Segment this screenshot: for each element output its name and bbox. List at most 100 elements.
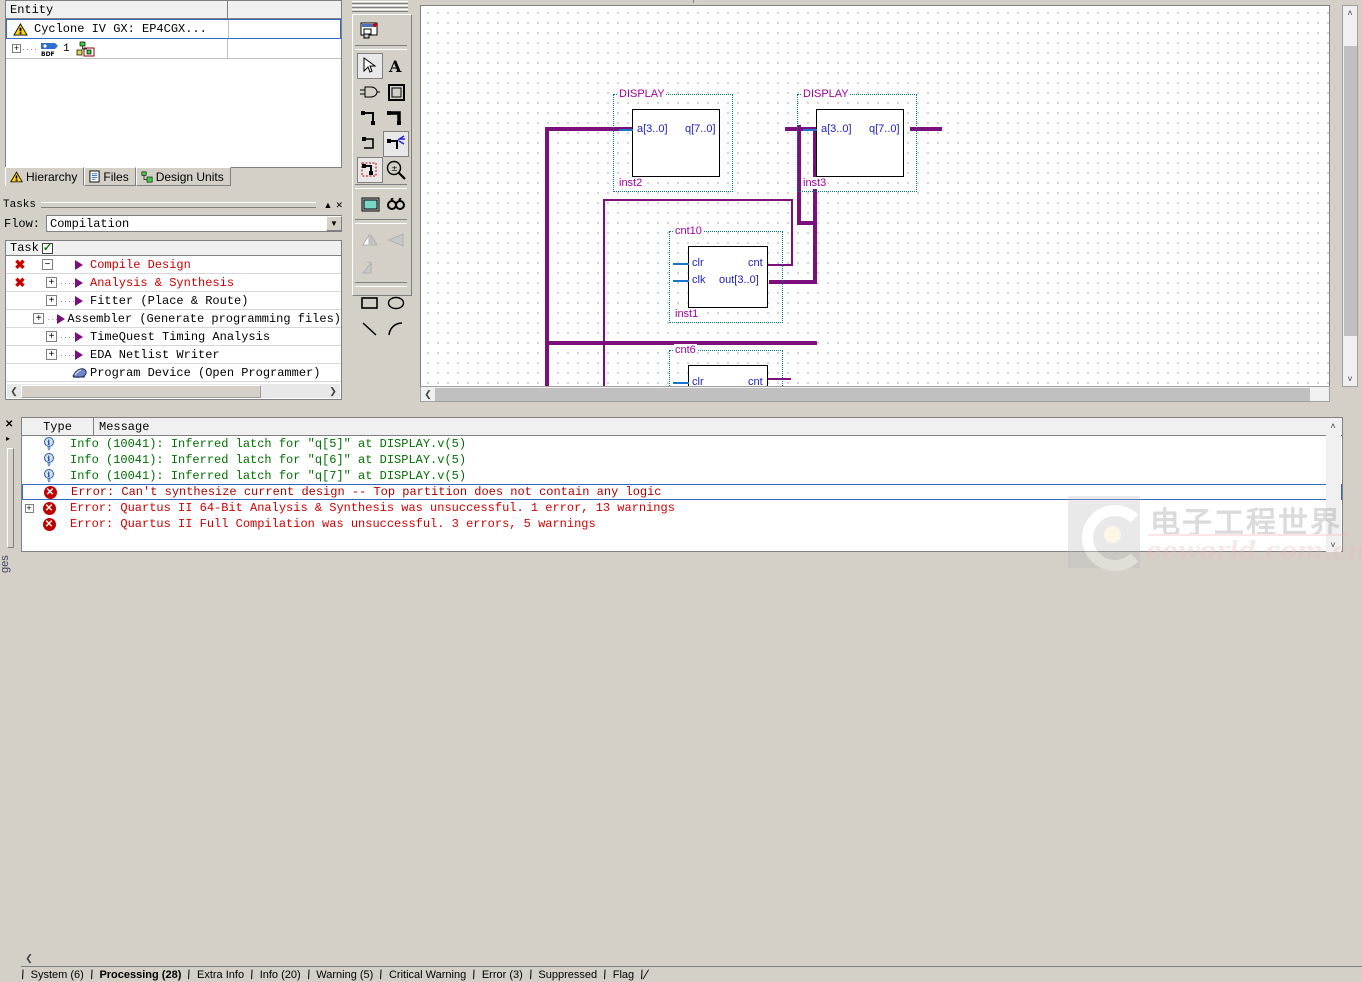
wire-segment[interactable] bbox=[545, 127, 549, 386]
block-symbol-cnt10-inst1[interactable]: cnt10 clr clk cnt out[3..0] inst1 bbox=[669, 225, 783, 323]
new-block-symbol-icon[interactable] bbox=[357, 18, 383, 44]
schematic-horizontal-scrollbar[interactable]: ❮ bbox=[420, 386, 1330, 402]
message-tab-flag[interactable]: Flag bbox=[607, 967, 640, 982]
oval-tool-icon[interactable] bbox=[383, 290, 409, 316]
block-symbol-display-inst2[interactable]: DISPLAY a[3..0] q[7..0] inst2 bbox=[613, 88, 733, 192]
message-tab-info-20[interactable]: Info (20) bbox=[254, 967, 307, 982]
schematic-vertical-scrollbar[interactable]: ˄ ˅ bbox=[1342, 5, 1358, 387]
message-row[interactable]: i Info (10041): Inferred latch for "q[5]"… bbox=[22, 436, 1342, 452]
scroll-left-icon[interactable]: ❮ bbox=[22, 951, 36, 965]
schematic-canvas[interactable]: DISPLAY a[3..0] q[7..0] inst2 DISPLAY a[… bbox=[420, 5, 1330, 387]
message-tab-critical-warning[interactable]: Critical Warning bbox=[383, 967, 472, 982]
partial-line-select-icon[interactable] bbox=[357, 157, 383, 183]
task-row[interactable]: ✖ − Compile Design bbox=[6, 256, 341, 274]
message-tab-processing-28[interactable]: Processing (28) bbox=[93, 967, 187, 982]
collapse-minus-icon[interactable]: − bbox=[42, 259, 53, 270]
message-row[interactable]: ✕ Error: Can't synthesize current design … bbox=[22, 484, 1342, 500]
message-tab-extra-info[interactable]: Extra Info bbox=[191, 967, 250, 982]
tab-design-units[interactable]: Design Units bbox=[135, 167, 231, 186]
orthogonal-node-tool-icon[interactable] bbox=[357, 105, 383, 131]
zoom-tool-icon[interactable]: ± bbox=[383, 157, 409, 183]
task-row[interactable]: + ···· Assembler (Generate programming fil… bbox=[6, 310, 341, 328]
task-row[interactable]: ✖ + ···· Analysis & Synthesis bbox=[6, 274, 341, 292]
scroll-left-icon[interactable]: ❮ bbox=[421, 387, 435, 401]
tab-files[interactable]: Files bbox=[84, 167, 136, 186]
checkmark-icon[interactable] bbox=[41, 241, 53, 255]
rotate-left-icon[interactable] bbox=[357, 255, 383, 281]
wire-thin[interactable] bbox=[603, 199, 793, 201]
input-pin-clr[interactable] bbox=[673, 263, 689, 265]
tasks-collapse-button[interactable]: ▲ bbox=[324, 200, 333, 210]
block-tool-icon[interactable] bbox=[383, 79, 409, 105]
tab-hierarchy[interactable]: Hierarchy bbox=[5, 167, 85, 186]
input-pin-clr[interactable] bbox=[673, 382, 689, 384]
message-row[interactable]: ✕ Error: Quartus II Full Compilation was … bbox=[22, 516, 1342, 532]
wire-thin[interactable] bbox=[791, 199, 793, 265]
messages-horizontal-scrollbar[interactable]: ❮ bbox=[22, 951, 62, 965]
message-text: Error: Quartus II Full Compilation was u… bbox=[70, 517, 596, 531]
scroll-right-icon[interactable]: ❯ bbox=[326, 384, 340, 398]
flip-vertical-icon[interactable] bbox=[383, 227, 409, 253]
orthogonal-bus-tool-icon[interactable] bbox=[383, 105, 409, 131]
message-tab-warning-5[interactable]: Warning (5) bbox=[310, 967, 379, 982]
rubberbanding-icon[interactable] bbox=[383, 131, 409, 157]
block-symbol-display-inst3[interactable]: DISPLAY a[3..0] q[7..0] inst3 bbox=[797, 88, 917, 192]
input-pin-clk[interactable] bbox=[673, 280, 689, 282]
wire-thin[interactable] bbox=[603, 336, 605, 386]
scroll-down-icon[interactable]: ˅ bbox=[1343, 372, 1357, 386]
port-in-a: a[3..0] bbox=[820, 123, 853, 135]
block-symbol-cnt6[interactable]: cnt6 clr cnt bbox=[669, 344, 783, 386]
input-pin[interactable] bbox=[803, 129, 817, 131]
arc-tool-icon[interactable] bbox=[383, 316, 409, 342]
expand-plus-icon[interactable]: + bbox=[24, 503, 34, 513]
wire-thin[interactable] bbox=[603, 199, 605, 341]
pin-icon[interactable]: ▸ bbox=[6, 434, 10, 443]
symbol-tool-icon[interactable] bbox=[357, 79, 383, 105]
input-pin[interactable] bbox=[619, 129, 633, 131]
message-tab-suppressed[interactable]: Suppressed bbox=[532, 967, 603, 982]
scroll-left-icon[interactable]: ❮ bbox=[7, 384, 21, 398]
scroll-up-icon[interactable]: ˄ bbox=[1326, 419, 1340, 433]
task-row[interactable]: + ···· Fitter (Place & Route) bbox=[6, 292, 341, 310]
task-row[interactable]: + ···· EDA Netlist Writer bbox=[6, 346, 341, 364]
hierarchy-row-file[interactable]: + ···· BDF 1 bbox=[6, 39, 341, 59]
hierarchy-row-device[interactable]: Cyclone IV GX: EP4CGX... bbox=[6, 19, 341, 39]
line-tool-icon[interactable] bbox=[357, 316, 383, 342]
scroll-up-icon[interactable]: ˄ bbox=[1343, 6, 1357, 20]
message-expander[interactable]: + bbox=[22, 503, 36, 513]
expand-plus-icon[interactable]: + bbox=[46, 331, 57, 342]
scroll-thumb-vertical[interactable] bbox=[1344, 46, 1357, 336]
rectangle-tool-icon[interactable] bbox=[357, 290, 383, 316]
scroll-thumb-horizontal[interactable] bbox=[435, 387, 1310, 401]
tasks-close-button[interactable]: ✕ bbox=[335, 200, 343, 211]
expand-plus-icon[interactable]: + bbox=[46, 349, 57, 360]
error-icon: ✕ bbox=[37, 485, 63, 499]
find-icon[interactable] bbox=[383, 192, 409, 218]
task-expander-cell: + ···· bbox=[34, 349, 75, 360]
message-tab-system-6[interactable]: System (6) bbox=[25, 967, 90, 982]
fit-in-window-icon[interactable] bbox=[357, 192, 383, 218]
text-tool-icon[interactable]: A bbox=[383, 53, 409, 79]
flip-horizontal-icon[interactable] bbox=[357, 227, 383, 253]
selection-arrow-icon[interactable] bbox=[357, 53, 383, 79]
message-row[interactable]: i Info (10041): Inferred latch for "q[7]"… bbox=[22, 468, 1342, 484]
expand-plus-icon[interactable]: + bbox=[46, 277, 57, 288]
task-row[interactable]: Program Device (Open Programmer) bbox=[6, 364, 341, 382]
message-row[interactable]: + ✕ Error: Quartus II 64-Bit Analysis & Sy… bbox=[22, 500, 1342, 516]
expand-plus-icon[interactable]: + bbox=[33, 313, 45, 324]
expand-plus-icon[interactable]: + bbox=[46, 295, 57, 306]
close-icon[interactable]: ✕ bbox=[5, 419, 13, 430]
task-horizontal-scrollbar[interactable]: ❮ ❯ bbox=[7, 384, 340, 398]
flow-dropdown[interactable]: Compilation ▼ bbox=[46, 215, 342, 232]
scroll-down-icon[interactable]: ˅ bbox=[1326, 538, 1340, 552]
expand-plus-icon[interactable]: + bbox=[12, 44, 21, 53]
orthogonal-conduit-tool-icon[interactable] bbox=[357, 131, 383, 157]
block-title: cnt10 bbox=[674, 225, 703, 237]
message-row[interactable]: i Info (10041): Inferred latch for "q[6]"… bbox=[22, 452, 1342, 468]
scroll-thumb[interactable] bbox=[21, 384, 261, 398]
chevron-down-icon[interactable]: ▼ bbox=[326, 216, 342, 231]
messages-vertical-scrollbar[interactable]: ˄ ˅ bbox=[1326, 419, 1341, 552]
task-row[interactable]: + ···· TimeQuest Timing Analysis bbox=[6, 328, 341, 346]
message-tab-error-3[interactable]: Error (3) bbox=[476, 967, 529, 982]
task-list-panel: Task ✖ − Compile Design ✖ +···· Analysis & Sy… bbox=[5, 240, 342, 400]
